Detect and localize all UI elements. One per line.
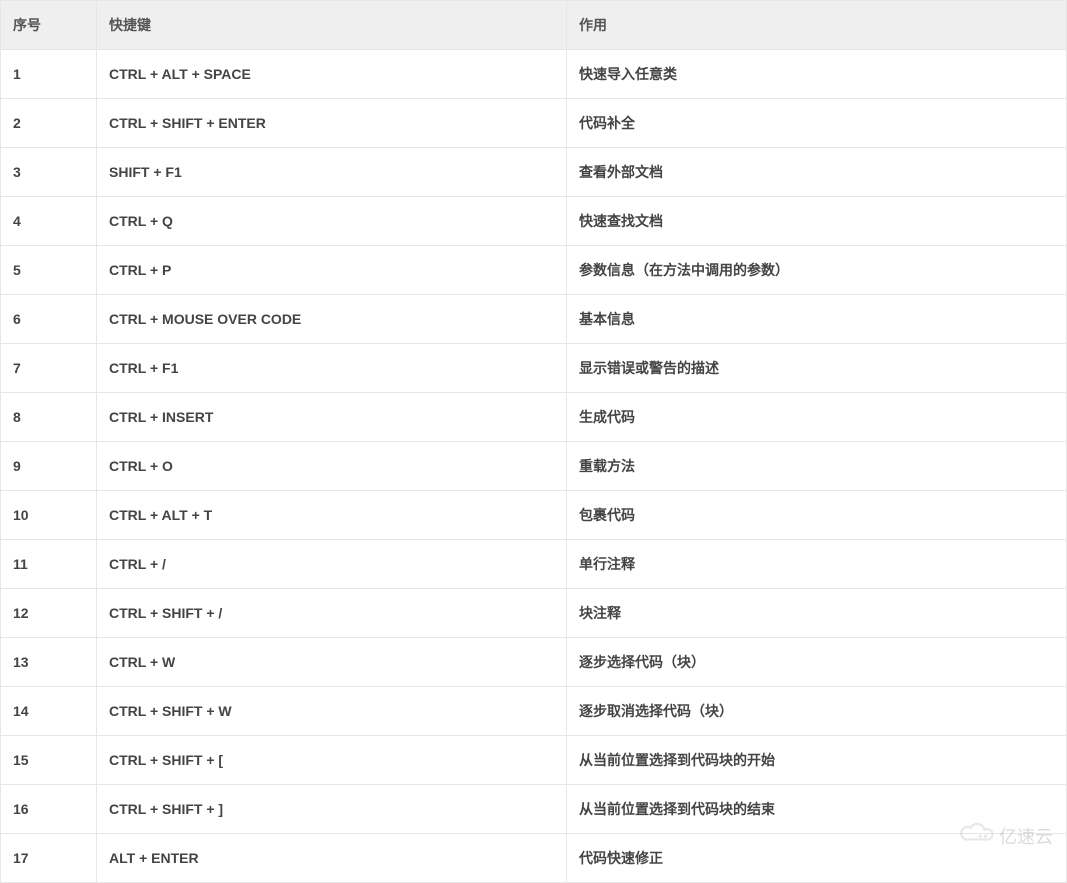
shortcut-table: 序号 快捷键 作用 1CTRL + ALT + SPACE快速导入任意类2CTR… — [0, 0, 1067, 883]
cell-shortcut: CTRL + W — [97, 638, 567, 687]
cell-shortcut: CTRL + P — [97, 246, 567, 295]
header-shortcut: 快捷键 — [97, 1, 567, 50]
table-row: 16CTRL + SHIFT + ]从当前位置选择到代码块的结束 — [1, 785, 1067, 834]
cell-shortcut: CTRL + O — [97, 442, 567, 491]
cell-desc: 包裹代码 — [567, 491, 1067, 540]
cell-shortcut: CTRL + Q — [97, 197, 567, 246]
cell-desc: 重载方法 — [567, 442, 1067, 491]
cell-shortcut: CTRL + MOUSE OVER CODE — [97, 295, 567, 344]
table-body: 1CTRL + ALT + SPACE快速导入任意类2CTRL + SHIFT … — [1, 50, 1067, 883]
cell-shortcut: ALT + ENTER — [97, 834, 567, 883]
table-row: 12CTRL + SHIFT + /块注释 — [1, 589, 1067, 638]
cell-index: 5 — [1, 246, 97, 295]
table-row: 8CTRL + INSERT生成代码 — [1, 393, 1067, 442]
cell-shortcut: CTRL + SHIFT + W — [97, 687, 567, 736]
table-row: 5CTRL + P参数信息（在方法中调用的参数） — [1, 246, 1067, 295]
cell-index: 8 — [1, 393, 97, 442]
table-row: 7CTRL + F1显示错误或警告的描述 — [1, 344, 1067, 393]
table-row: 10CTRL + ALT + T包裹代码 — [1, 491, 1067, 540]
shortcut-table-container: 序号 快捷键 作用 1CTRL + ALT + SPACE快速导入任意类2CTR… — [0, 0, 1067, 883]
cell-desc: 单行注释 — [567, 540, 1067, 589]
cell-shortcut: CTRL + INSERT — [97, 393, 567, 442]
cell-desc: 逐步取消选择代码（块） — [567, 687, 1067, 736]
cell-desc: 快速导入任意类 — [567, 50, 1067, 99]
cell-shortcut: CTRL + SHIFT + [ — [97, 736, 567, 785]
table-row: 1CTRL + ALT + SPACE快速导入任意类 — [1, 50, 1067, 99]
cell-shortcut: CTRL + SHIFT + ] — [97, 785, 567, 834]
cell-index: 1 — [1, 50, 97, 99]
cell-desc: 从当前位置选择到代码块的结束 — [567, 785, 1067, 834]
cell-desc: 显示错误或警告的描述 — [567, 344, 1067, 393]
table-header-row: 序号 快捷键 作用 — [1, 1, 1067, 50]
cell-index: 14 — [1, 687, 97, 736]
table-row: 9CTRL + O重载方法 — [1, 442, 1067, 491]
table-row: 3SHIFT + F1查看外部文档 — [1, 148, 1067, 197]
table-row: 14CTRL + SHIFT + W逐步取消选择代码（块） — [1, 687, 1067, 736]
cell-index: 2 — [1, 99, 97, 148]
cell-index: 3 — [1, 148, 97, 197]
cell-shortcut: CTRL + ALT + SPACE — [97, 50, 567, 99]
cell-index: 12 — [1, 589, 97, 638]
cell-desc: 代码快速修正 — [567, 834, 1067, 883]
cell-desc: 生成代码 — [567, 393, 1067, 442]
cell-index: 7 — [1, 344, 97, 393]
cell-index: 16 — [1, 785, 97, 834]
table-row: 13CTRL + W逐步选择代码（块） — [1, 638, 1067, 687]
cell-desc: 从当前位置选择到代码块的开始 — [567, 736, 1067, 785]
cell-shortcut: CTRL + / — [97, 540, 567, 589]
table-row: 4CTRL + Q快速查找文档 — [1, 197, 1067, 246]
cell-index: 15 — [1, 736, 97, 785]
cell-shortcut: CTRL + ALT + T — [97, 491, 567, 540]
header-index: 序号 — [1, 1, 97, 50]
table-row: 11CTRL + /单行注释 — [1, 540, 1067, 589]
cell-index: 17 — [1, 834, 97, 883]
table-row: 2CTRL + SHIFT + ENTER代码补全 — [1, 99, 1067, 148]
cell-desc: 逐步选择代码（块） — [567, 638, 1067, 687]
header-desc: 作用 — [567, 1, 1067, 50]
table-row: 6CTRL + MOUSE OVER CODE基本信息 — [1, 295, 1067, 344]
cell-desc: 代码补全 — [567, 99, 1067, 148]
cell-index: 4 — [1, 197, 97, 246]
cell-shortcut: CTRL + SHIFT + / — [97, 589, 567, 638]
cell-shortcut: CTRL + SHIFT + ENTER — [97, 99, 567, 148]
cell-shortcut: CTRL + F1 — [97, 344, 567, 393]
cell-index: 10 — [1, 491, 97, 540]
cell-desc: 快速查找文档 — [567, 197, 1067, 246]
cell-shortcut: SHIFT + F1 — [97, 148, 567, 197]
cell-desc: 基本信息 — [567, 295, 1067, 344]
cell-desc: 查看外部文档 — [567, 148, 1067, 197]
cell-index: 6 — [1, 295, 97, 344]
cell-desc: 块注释 — [567, 589, 1067, 638]
table-row: 17ALT + ENTER代码快速修正 — [1, 834, 1067, 883]
cell-desc: 参数信息（在方法中调用的参数） — [567, 246, 1067, 295]
cell-index: 11 — [1, 540, 97, 589]
table-row: 15CTRL + SHIFT + [从当前位置选择到代码块的开始 — [1, 736, 1067, 785]
cell-index: 13 — [1, 638, 97, 687]
cell-index: 9 — [1, 442, 97, 491]
